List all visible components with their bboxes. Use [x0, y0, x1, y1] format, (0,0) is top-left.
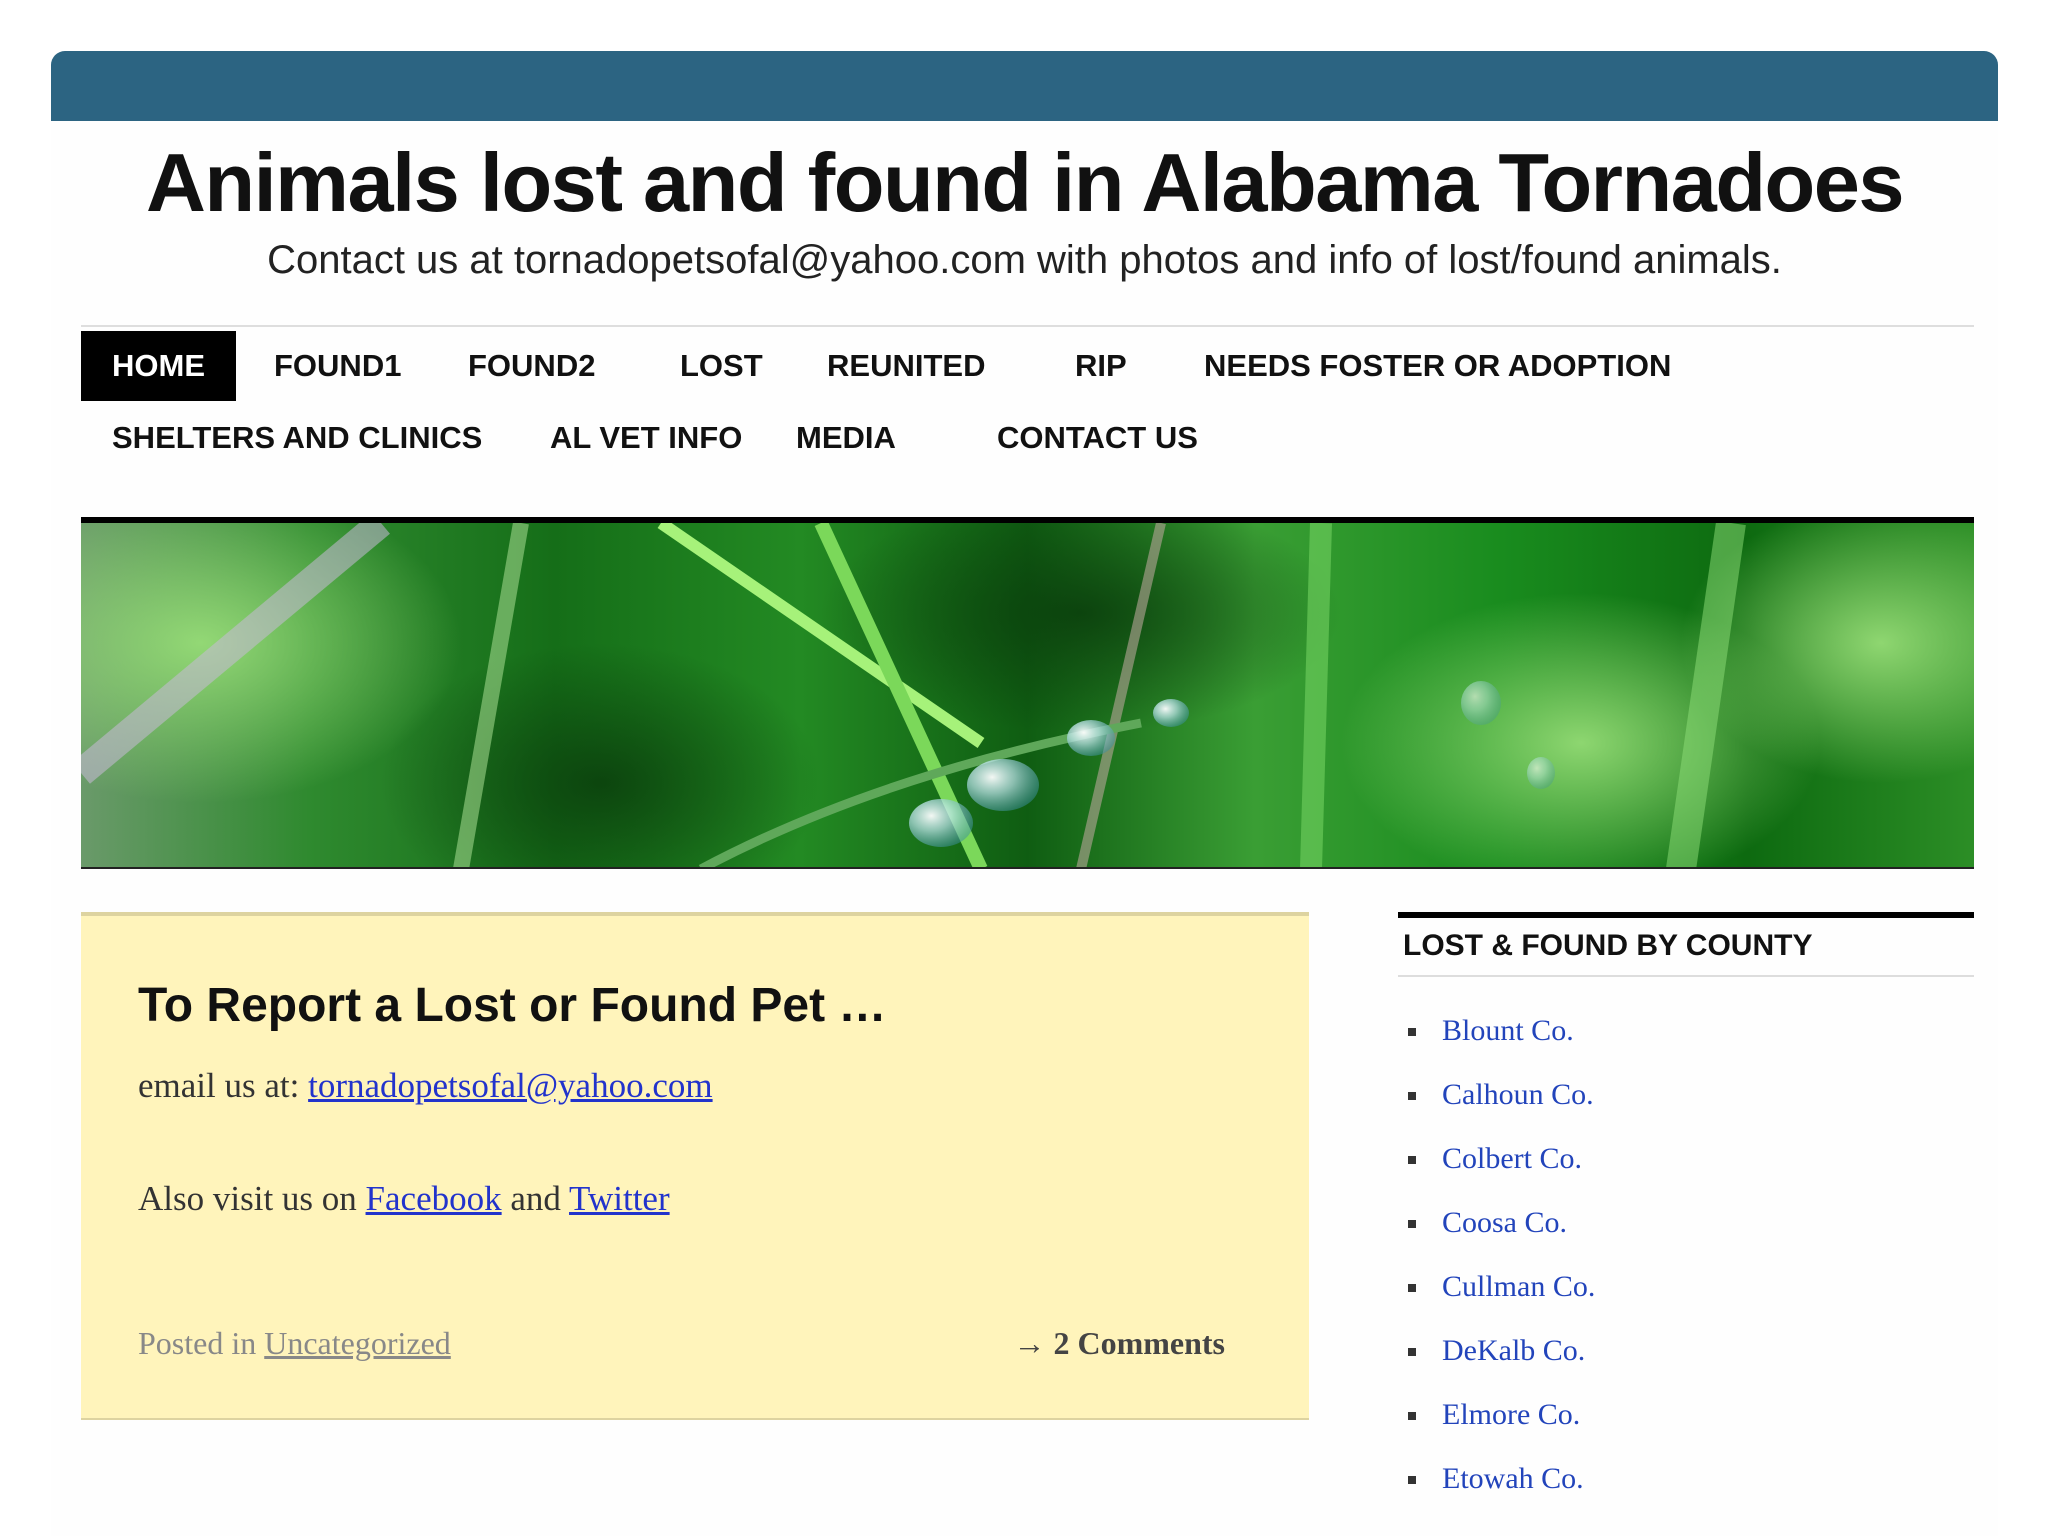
bullet-icon: [1408, 1220, 1416, 1228]
list-item: DeKalb Co.: [1398, 1329, 1595, 1393]
nav-item-media[interactable]: MEDIA: [765, 403, 927, 473]
and-text: and: [501, 1179, 570, 1218]
county-link-elmore[interactable]: Elmore Co.: [1442, 1398, 1580, 1431]
bullet-icon: [1408, 1476, 1416, 1484]
county-link-etowah[interactable]: Etowah Co.: [1442, 1462, 1584, 1495]
twitter-link[interactable]: Twitter: [569, 1179, 670, 1218]
post-email-line: email us at: tornadopetsofal@yahoo.com: [138, 1063, 713, 1109]
post-meta: Posted in Uncategorized: [138, 1321, 451, 1365]
main-navigation: HOME FOUND1 FOUND2 LOST REUNITED RIP NEE…: [81, 325, 1974, 523]
list-item: Etowah Co.: [1398, 1457, 1595, 1521]
list-item: Colbert Co.: [1398, 1137, 1595, 1201]
list-item: Coosa Co.: [1398, 1201, 1595, 1265]
list-item: Blount Co.: [1398, 1009, 1595, 1073]
email-prefix-text: email us at:: [138, 1066, 309, 1105]
sidebar: LOST & FOUND BY COUNTY Blount Co. Calhou…: [1398, 912, 1974, 1536]
bullet-icon: [1408, 1412, 1416, 1420]
header-banner-image: [81, 523, 1974, 869]
list-item: Cullman Co.: [1398, 1265, 1595, 1329]
email-link[interactable]: tornadopetsofal@yahoo.com: [308, 1066, 712, 1105]
nav-item-contact-us[interactable]: CONTACT US: [966, 403, 1229, 473]
sidebar-heading: LOST & FOUND BY COUNTY: [1398, 912, 1974, 977]
post-social-line: Also visit us on Facebook and Twitter: [138, 1176, 670, 1222]
comments-link[interactable]: → 2 Comments: [1013, 1321, 1225, 1365]
visit-prefix-text: Also visit us on: [138, 1179, 366, 1218]
bullet-icon: [1408, 1156, 1416, 1164]
county-link-colbert[interactable]: Colbert Co.: [1442, 1142, 1582, 1175]
nav-item-needs-foster-or-adoption[interactable]: NEEDS FOSTER OR ADOPTION: [1173, 331, 1702, 401]
browser-page-frame: Animals lost and found in Alabama Tornad…: [51, 51, 1998, 1536]
county-link-coosa[interactable]: Coosa Co.: [1442, 1206, 1567, 1239]
site-title[interactable]: Animals lost and found in Alabama Tornad…: [51, 133, 1998, 233]
bullet-icon: [1408, 1028, 1416, 1036]
county-link-calhoun[interactable]: Calhoun Co.: [1442, 1078, 1594, 1111]
nav-item-rip[interactable]: RIP: [1044, 331, 1158, 401]
nav-item-found2[interactable]: FOUND2: [437, 331, 626, 401]
post-title[interactable]: To Report a Lost or Found Pet …: [138, 976, 886, 1036]
list-item: Calhoun Co.: [1398, 1073, 1595, 1137]
county-link-dekalb[interactable]: DeKalb Co.: [1442, 1334, 1585, 1367]
post-card: To Report a Lost or Found Pet … email us…: [81, 912, 1309, 1420]
top-color-bar: [51, 51, 1998, 121]
grass-dewdrops-illustration: [81, 523, 1974, 867]
site-description: Contact us at tornadopetsofal@yahoo.com …: [267, 238, 1782, 282]
list-item: Elmore Co.: [1398, 1393, 1595, 1457]
county-link-blount[interactable]: Blount Co.: [1442, 1014, 1574, 1047]
posted-in-text: Posted in: [138, 1325, 265, 1361]
nav-item-lost[interactable]: LOST: [649, 331, 794, 401]
category-link[interactable]: Uncategorized: [264, 1325, 451, 1361]
county-list: Blount Co. Calhoun Co. Colbert Co. Coosa…: [1398, 1009, 1595, 1521]
bullet-icon: [1408, 1348, 1416, 1356]
nav-item-found1[interactable]: FOUND1: [243, 331, 432, 401]
nav-item-home[interactable]: HOME: [81, 331, 236, 401]
nav-item-al-vet-info[interactable]: AL VET INFO: [519, 403, 773, 473]
county-link-cullman[interactable]: Cullman Co.: [1442, 1270, 1595, 1303]
bullet-icon: [1408, 1284, 1416, 1292]
facebook-link[interactable]: Facebook: [366, 1179, 502, 1218]
nav-item-shelters-and-clinics[interactable]: SHELTERS AND CLINICS: [81, 403, 513, 473]
bullet-icon: [1408, 1092, 1416, 1100]
nav-item-reunited[interactable]: REUNITED: [796, 331, 1016, 401]
